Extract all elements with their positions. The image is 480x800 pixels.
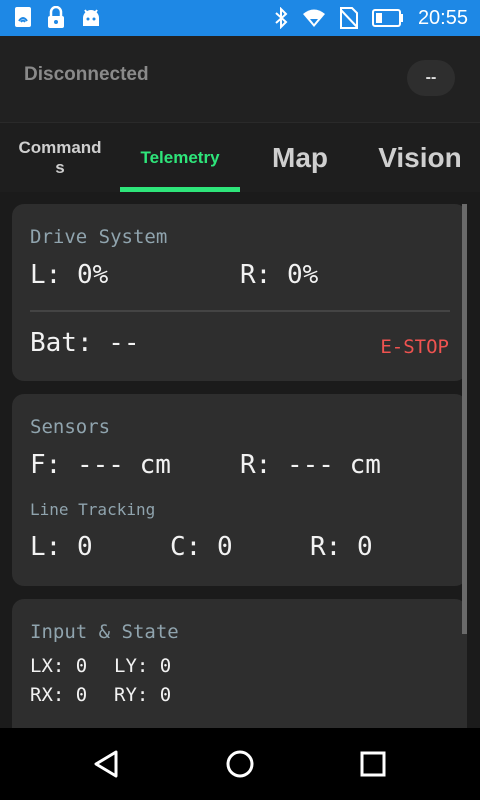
ly-value: LY: 0 [114, 655, 172, 677]
divider [30, 310, 450, 312]
bluetooth-icon [274, 7, 288, 29]
tab-bar: Commands Telemetry Map Vision [0, 122, 480, 193]
nfc-sim-icon [14, 6, 32, 28]
battery-icon [371, 9, 404, 27]
line-left-value: L: 0 [30, 532, 93, 562]
line-center-value: C: 0 [170, 532, 233, 562]
connection-bar: Disconnected -- [0, 36, 480, 122]
wifi-icon [302, 8, 326, 28]
battery-value: Bat: -- [30, 328, 140, 358]
sensors-card: Sensors F: --- cm R: --- cm Line Trackin… [12, 394, 467, 586]
estop-indicator: E-STOP [380, 336, 449, 358]
sensors-title: Sensors [30, 416, 111, 438]
back-icon[interactable] [88, 746, 124, 782]
status-bar: 20:55 [0, 0, 480, 36]
lx-value: LX: 0 [30, 655, 88, 677]
scrollbar[interactable] [462, 204, 467, 634]
input-state-card: Input & State LX: 0 LY: 0 RX: 0 RY: 0 [12, 599, 467, 728]
tab-commands-label: Commands [18, 138, 102, 177]
ry-value: RY: 0 [114, 684, 172, 706]
recents-icon[interactable] [355, 746, 391, 782]
line-tracking-title: Line Tracking [30, 500, 156, 519]
drive-right-value: R: 0% [240, 260, 319, 290]
navigation-bar [0, 728, 480, 800]
connection-status: Disconnected [24, 64, 149, 85]
input-state-title: Input & State [30, 621, 179, 643]
rx-value: RX: 0 [30, 684, 88, 706]
lock-icon [46, 6, 66, 28]
tab-commands[interactable]: Commands [0, 123, 120, 193]
tab-map[interactable]: Map [240, 123, 360, 193]
drive-system-title: Drive System [30, 226, 168, 248]
drive-left-value: L: 0% [30, 260, 109, 290]
tab-vision[interactable]: Vision [360, 123, 480, 193]
drive-system-card: Drive System L: 0% R: 0% Bat: -- E-STOP [12, 204, 467, 381]
connection-pill[interactable]: -- [407, 60, 455, 96]
home-icon[interactable] [222, 746, 258, 782]
front-distance: F: --- cm [30, 450, 171, 480]
clock: 20:55 [417, 6, 468, 29]
tab-telemetry[interactable]: Telemetry [120, 123, 240, 193]
rear-distance: R: --- cm [240, 450, 381, 480]
line-right-value: R: 0 [310, 532, 373, 562]
android-icon [80, 6, 102, 28]
no-sim-icon [339, 7, 358, 29]
telemetry-panel[interactable]: Drive System L: 0% R: 0% Bat: -- E-STOP … [0, 192, 480, 728]
